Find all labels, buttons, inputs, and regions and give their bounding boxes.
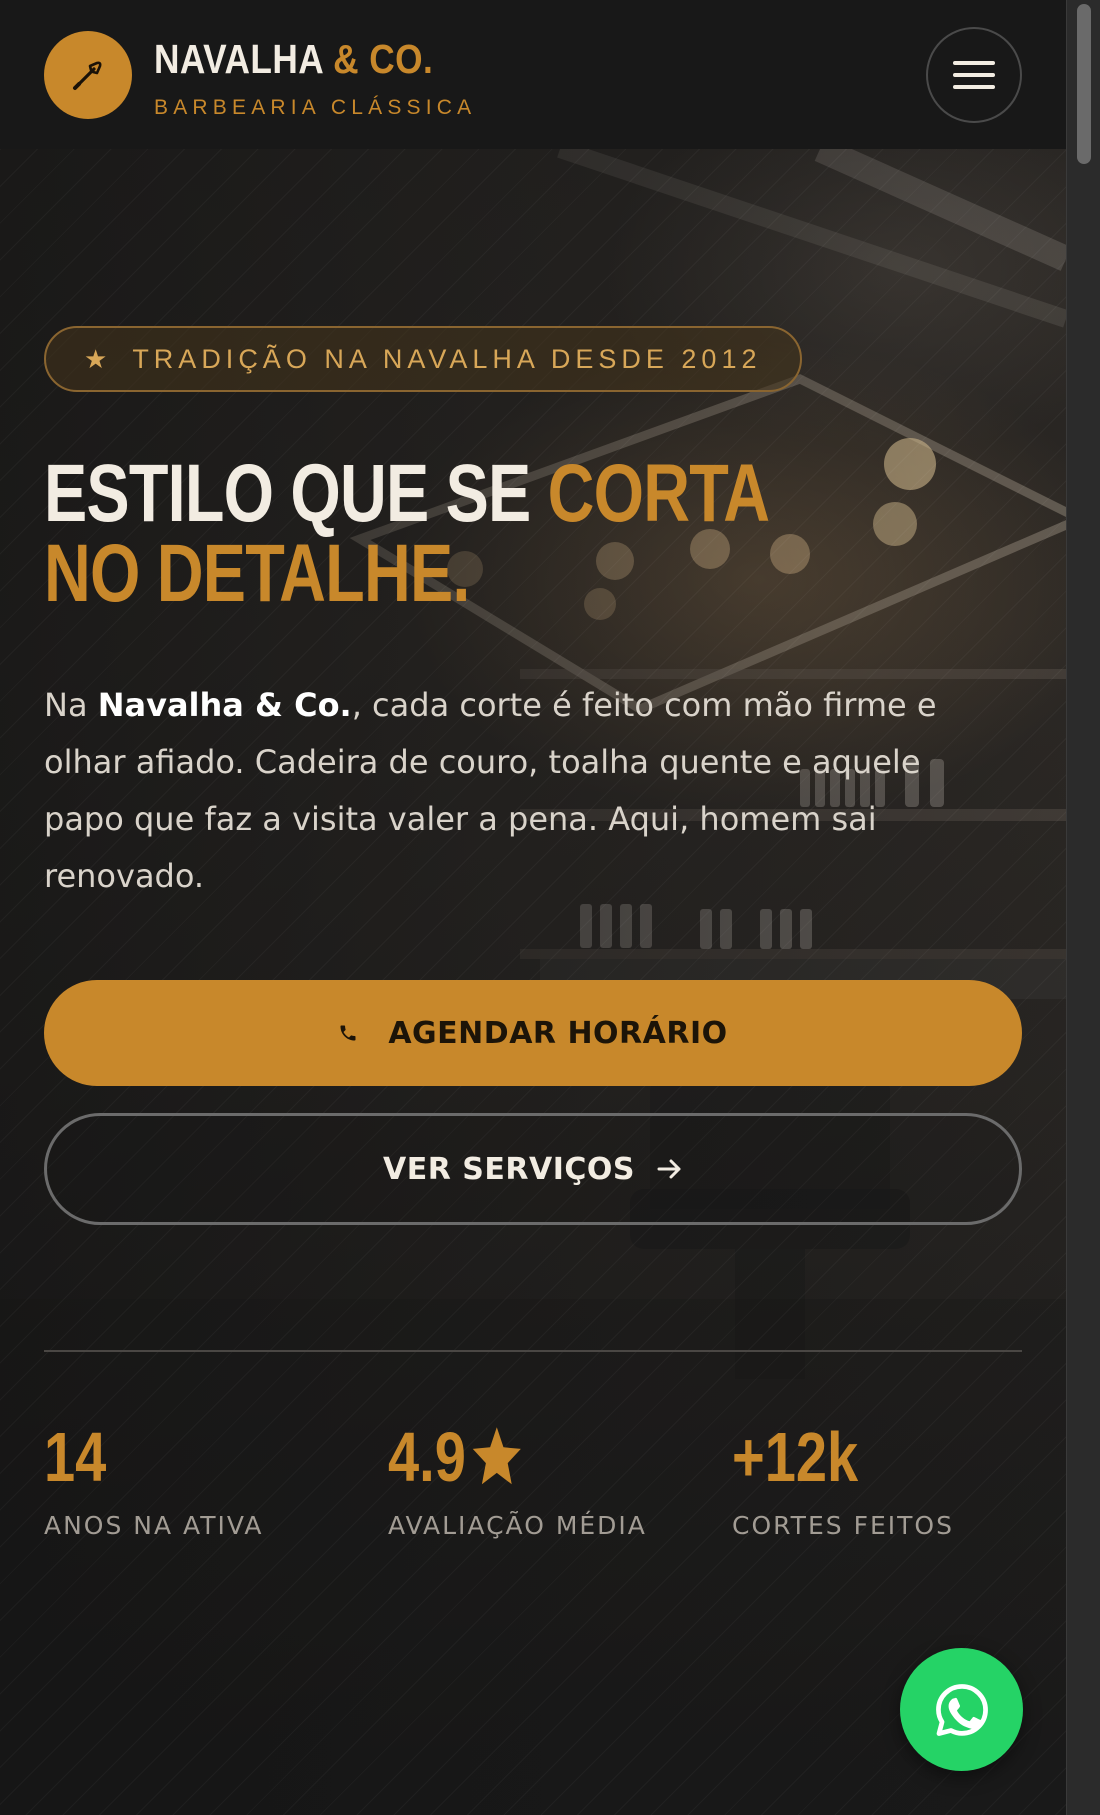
star-icon (469, 1425, 525, 1489)
page: NAVALHA & CO. BARBEARIA CLÁSSICA ★ TRADI… (0, 0, 1066, 1815)
brand-tagline: BARBEARIA CLÁSSICA (154, 96, 477, 119)
phone-icon (338, 1023, 358, 1043)
services-button[interactable]: VER SERVIÇOS (44, 1113, 1022, 1225)
page-scrollbar[interactable] (1066, 0, 1100, 1815)
razor-icon (68, 55, 108, 95)
badge-text: TRADIÇÃO NA NAVALHA DESDE 2012 (132, 343, 762, 374)
scrollbar-thumb[interactable] (1077, 4, 1091, 164)
services-button-label: VER SERVIÇOS (383, 1151, 635, 1187)
stat-label: AVALIAÇÃO MÉDIA (388, 1511, 647, 1540)
star-icon: ★ (84, 343, 113, 374)
logo[interactable] (44, 31, 132, 119)
brand-name: NAVALHA & CO. (154, 36, 434, 82)
stat-rating: 4.9 AVALIAÇÃO MÉDIA (388, 1421, 647, 1540)
schedule-button[interactable]: AGENDAR HORÁRIO (44, 980, 1022, 1086)
stats-divider (44, 1350, 1022, 1352)
stat-years: 14 ANOS NA ATIVA (44, 1421, 263, 1540)
stat-value: +12k (732, 1418, 859, 1496)
hero-intro: Na Navalha & Co., cada corte é feito com… (44, 686, 937, 895)
arrow-right-icon (657, 1158, 683, 1180)
whatsapp-button[interactable] (900, 1648, 1023, 1771)
schedule-button-label: AGENDAR HORÁRIO (388, 1015, 728, 1051)
stat-label: ANOS NA ATIVA (44, 1511, 264, 1540)
stat-haircuts: +12k CORTES FEITOS (732, 1421, 954, 1540)
hero-title: ESTILO QUE SE CORTA NO DETALHE. (44, 448, 768, 619)
established-badge: ★ TRADIÇÃO NA NAVALHA DESDE 2012 (44, 326, 802, 392)
hero-section: ★ TRADIÇÃO NA NAVALHA DESDE 2012 ESTILO … (0, 149, 1066, 1815)
site-header: NAVALHA & CO. BARBEARIA CLÁSSICA (0, 0, 1066, 149)
hamburger-icon (953, 60, 995, 90)
stat-value: 14 (44, 1418, 107, 1496)
stat-label: CORTES FEITOS (732, 1511, 954, 1540)
whatsapp-icon (933, 1681, 991, 1739)
stat-value: 4.9 (388, 1421, 595, 1493)
menu-button[interactable] (926, 27, 1022, 123)
